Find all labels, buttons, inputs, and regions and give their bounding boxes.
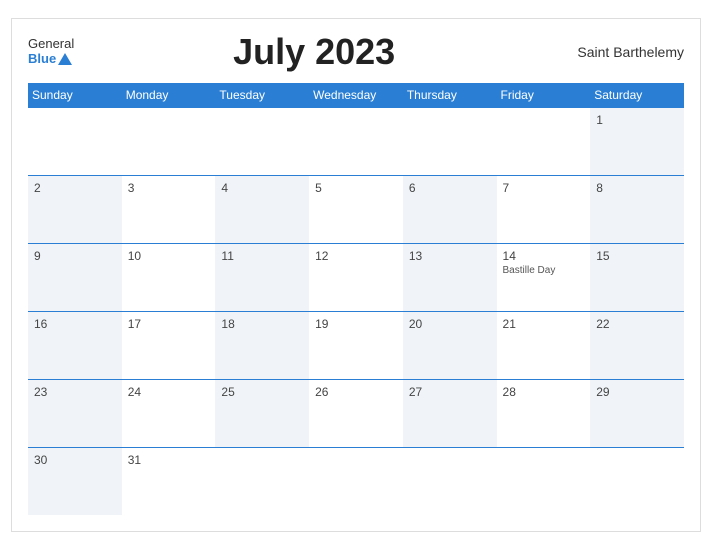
calendar-cell: 26: [309, 379, 403, 447]
day-number: 17: [128, 317, 210, 331]
day-number: 15: [596, 249, 678, 263]
calendar-cell: 9: [28, 243, 122, 311]
day-number: 22: [596, 317, 678, 331]
holiday-name: Bastille Day: [503, 265, 585, 276]
day-number: 6: [409, 181, 491, 195]
calendar-cell: [309, 107, 403, 175]
calendar-cell: 19: [309, 311, 403, 379]
day-number: 26: [315, 385, 397, 399]
country-name: Saint Barthelemy: [554, 44, 684, 60]
calendar-week-row: 1: [28, 107, 684, 175]
day-number: 31: [128, 453, 210, 467]
calendar-week-row: 2345678: [28, 175, 684, 243]
logo: General Blue: [28, 37, 74, 66]
calendar-cell: [122, 107, 216, 175]
calendar-week-row: 16 17 18 19 20 21 22: [28, 311, 684, 379]
calendar-cell: 14 Bastille Day: [497, 243, 591, 311]
day-number: 10: [128, 249, 210, 263]
calendar-cell: 22: [590, 311, 684, 379]
calendar-cell: 5: [309, 175, 403, 243]
calendar-week-row: 23 24 25 26 27 28 29: [28, 379, 684, 447]
weekday-header-row: Sunday Monday Tuesday Wednesday Thursday…: [28, 83, 684, 108]
day-number: 8: [596, 181, 678, 195]
calendar-cell: 30: [28, 447, 122, 515]
calendar-cell: [215, 447, 309, 515]
calendar-cell: 13: [403, 243, 497, 311]
calendar-cell: 4: [215, 175, 309, 243]
calendar-cell: 3: [122, 175, 216, 243]
day-number: 9: [34, 249, 116, 263]
day-number: 23: [34, 385, 116, 399]
day-number: 21: [503, 317, 585, 331]
calendar-cell: [497, 447, 591, 515]
calendar-cell: 10: [122, 243, 216, 311]
calendar-cell: 15: [590, 243, 684, 311]
calendar-cell: [309, 447, 403, 515]
header-thursday: Thursday: [403, 83, 497, 108]
logo-triangle-icon: [58, 53, 72, 65]
calendar-cell: 24: [122, 379, 216, 447]
day-number: 30: [34, 453, 116, 467]
header-friday: Friday: [497, 83, 591, 108]
calendar-header: General Blue July 2023 Saint Barthelemy: [28, 31, 684, 73]
logo-blue-text: Blue: [28, 52, 72, 66]
day-number: 13: [409, 249, 491, 263]
calendar-cell: 25: [215, 379, 309, 447]
day-number: 1: [596, 113, 678, 127]
calendar-cell: 23: [28, 379, 122, 447]
day-number: 2: [34, 181, 116, 195]
day-number: 19: [315, 317, 397, 331]
calendar-cell: 6: [403, 175, 497, 243]
header-sunday: Sunday: [28, 83, 122, 108]
calendar-cell: [497, 107, 591, 175]
calendar-cell: 27: [403, 379, 497, 447]
day-number: 18: [221, 317, 303, 331]
day-number: 12: [315, 249, 397, 263]
calendar-cell: 1: [590, 107, 684, 175]
day-number: 24: [128, 385, 210, 399]
day-number: 7: [503, 181, 585, 195]
calendar-cell: [215, 107, 309, 175]
day-number: 3: [128, 181, 210, 195]
calendar-cell: [590, 447, 684, 515]
calendar-cell: [403, 107, 497, 175]
calendar-cell: 7: [497, 175, 591, 243]
calendar-cell: 28: [497, 379, 591, 447]
calendar-cell: 21: [497, 311, 591, 379]
day-number: 4: [221, 181, 303, 195]
day-number: 14: [503, 249, 585, 263]
calendar-cell: 17: [122, 311, 216, 379]
day-number: 28: [503, 385, 585, 399]
calendar-title: July 2023: [74, 31, 554, 73]
calendar-cell: 29: [590, 379, 684, 447]
calendar-cell: 11: [215, 243, 309, 311]
header-monday: Monday: [122, 83, 216, 108]
day-number: 27: [409, 385, 491, 399]
day-number: 11: [221, 249, 303, 263]
calendar-week-row: 30 31: [28, 447, 684, 515]
calendar-cell: 12: [309, 243, 403, 311]
calendar-week-row: 9 10 11 12 13 14 Bastille Day 15: [28, 243, 684, 311]
header-tuesday: Tuesday: [215, 83, 309, 108]
day-number: 25: [221, 385, 303, 399]
day-number: 20: [409, 317, 491, 331]
calendar-cell: [28, 107, 122, 175]
calendar-grid: Sunday Monday Tuesday Wednesday Thursday…: [28, 83, 684, 516]
header-saturday: Saturday: [590, 83, 684, 108]
calendar-cell: 8: [590, 175, 684, 243]
header-wednesday: Wednesday: [309, 83, 403, 108]
calendar-cell: 18: [215, 311, 309, 379]
calendar-container: General Blue July 2023 Saint Barthelemy …: [11, 18, 701, 533]
calendar-cell: 2: [28, 175, 122, 243]
day-number: 5: [315, 181, 397, 195]
calendar-cell: 31: [122, 447, 216, 515]
day-number: 16: [34, 317, 116, 331]
day-number: 29: [596, 385, 678, 399]
logo-general-text: General: [28, 37, 74, 51]
calendar-cell: 16: [28, 311, 122, 379]
calendar-cell: [403, 447, 497, 515]
calendar-cell: 20: [403, 311, 497, 379]
